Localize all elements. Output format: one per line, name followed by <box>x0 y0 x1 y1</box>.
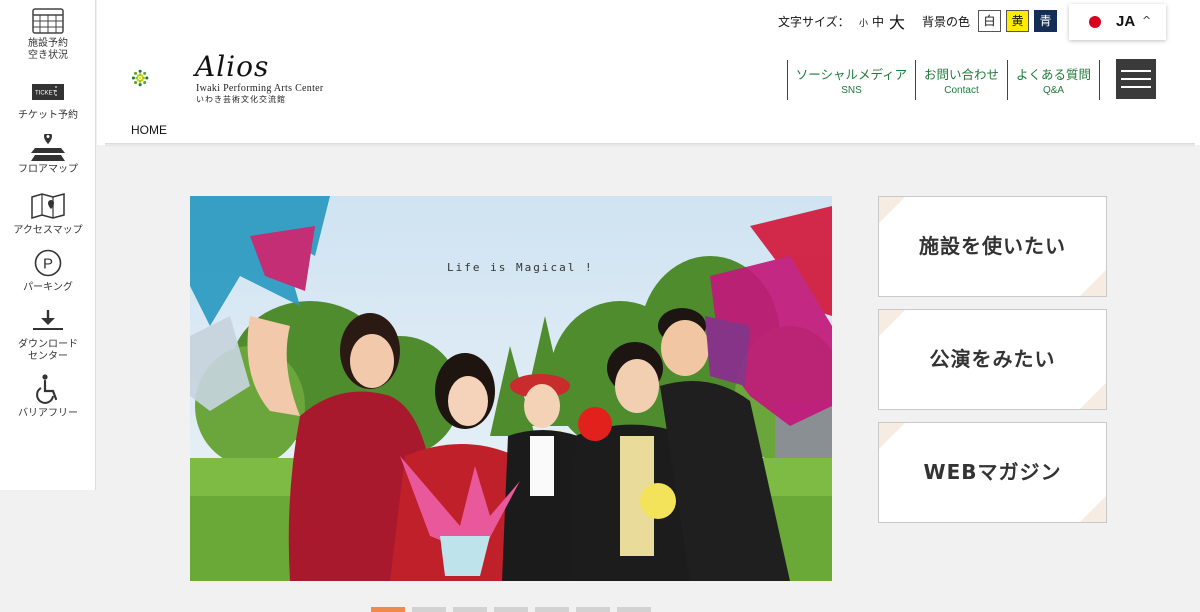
nav-link-label: お問い合わせ <box>923 67 999 82</box>
sidebar-item-label: チケット予約 <box>18 110 78 121</box>
hero-photo <box>190 196 832 581</box>
japan-flag-icon <box>1089 16 1101 28</box>
chevron-up-icon: ^ <box>1142 14 1152 27</box>
watch-performance-card[interactable]: 公演をみたい <box>878 309 1107 410</box>
download-icon <box>33 310 63 330</box>
sidebar-item-label: パーキング <box>23 282 73 293</box>
logo-name: Alios <box>195 50 270 83</box>
hero-slide-image[interactable] <box>190 196 832 581</box>
sidebar-item-floor-map[interactable]: フロアマップ <box>0 134 96 176</box>
slider-dot[interactable] <box>617 607 651 612</box>
slider-dot[interactable] <box>412 607 446 612</box>
sidebar-item-label: 施設予約 空き状況 <box>28 38 68 61</box>
slider-dot[interactable] <box>576 607 610 612</box>
sidebar-item-download-center[interactable]: ダウンロード センター <box>0 309 96 363</box>
floor-map-icon <box>31 134 65 161</box>
use-facility-card[interactable]: 施設を使いたい <box>878 196 1107 297</box>
hamburger-menu-button[interactable] <box>1116 59 1156 99</box>
font-size-medium-button[interactable]: 中 <box>872 13 884 30</box>
sidebar-item-label: アクセスマップ <box>13 225 83 236</box>
ticket-icon-text: TICKET <box>35 91 57 97</box>
wheelchair-icon <box>36 374 58 404</box>
slider-dot[interactable] <box>494 607 528 612</box>
header-shadow <box>105 143 1195 147</box>
sidebar-item-parking[interactable]: P パーキング <box>0 249 96 294</box>
web-magazine-card[interactable]: WEBマガジン <box>878 422 1107 523</box>
font-size-label: 文字サイズ： <box>778 15 850 29</box>
nav-link-sublabel: Contact <box>944 85 979 96</box>
parking-icon-text: P <box>43 256 53 273</box>
menu-line <box>1121 78 1151 80</box>
logo-subtitle-en: Iwaki Performing Arts Center <box>196 83 324 94</box>
bg-yellow-button[interactable]: 黄 <box>1006 10 1029 32</box>
sidebar-item-ticket[interactable]: TICKET チケット予約 <box>0 84 96 122</box>
ticket-icon: TICKET <box>32 84 64 100</box>
hero-tagline: Life is Magical ! <box>447 261 594 274</box>
breadcrumb[interactable]: HOME <box>131 123 167 137</box>
nav-faq-link[interactable]: よくある質問 Q&A <box>1007 60 1099 100</box>
sidebar-item-barrier-free[interactable]: バリアフリー <box>0 374 96 420</box>
menu-line <box>1121 70 1151 72</box>
parking-icon: P <box>34 249 62 277</box>
card-label: 施設を使いたい <box>919 234 1066 258</box>
nav-link-label: ソーシャルメディア <box>795 67 908 82</box>
sidebar: 施設予約 空き状況 TICKET チケット予約 フロアマップ アクセスマップ P… <box>0 0 96 490</box>
background-color-label: 背景の色 <box>922 15 971 29</box>
bg-white-button[interactable]: 白 <box>978 10 1001 32</box>
calendar-grid-icon <box>32 8 64 34</box>
card-label: WEBマガジン <box>923 460 1062 484</box>
language-selector[interactable]: JA ^ <box>1069 4 1166 40</box>
font-size-large-button[interactable]: 大 <box>889 9 905 33</box>
bg-blue-button[interactable]: 青 <box>1034 10 1057 32</box>
slider-dot[interactable] <box>371 607 405 612</box>
site-header: Alios Iwaki Performing Arts Center いわき芸術… <box>97 0 1200 145</box>
nav-link-sublabel: SNS <box>841 85 862 96</box>
sidebar-item-label: ダウンロード センター <box>18 339 78 362</box>
logo-subtitle-jp: いわき芸術文化交流館 <box>196 95 286 104</box>
slider-dot[interactable] <box>535 607 569 612</box>
language-code: JA <box>1116 13 1136 30</box>
nav-link-label: よくある質問 <box>1015 67 1091 82</box>
card-label: 公演をみたい <box>929 347 1056 371</box>
alios-logo[interactable] <box>131 44 195 112</box>
sidebar-item-label: フロアマップ <box>18 164 78 175</box>
nav-contact-link[interactable]: お問い合わせ Contact <box>915 60 1007 100</box>
slider-dot[interactable] <box>453 607 487 612</box>
nav-link-sublabel: Q&A <box>1042 85 1065 96</box>
font-size-small-button[interactable]: 小 <box>859 16 868 29</box>
sidebar-item-label: バリアフリー <box>18 408 78 419</box>
sidebar-item-access-map[interactable]: アクセスマップ <box>0 193 96 237</box>
nav-sns-link[interactable]: ソーシャルメディア SNS <box>787 60 915 100</box>
menu-line <box>1121 86 1151 88</box>
nav-divider <box>1099 60 1100 100</box>
sidebar-item-facility-reservation[interactable]: 施設予約 空き状況 <box>0 8 96 62</box>
access-map-icon <box>31 193 65 219</box>
